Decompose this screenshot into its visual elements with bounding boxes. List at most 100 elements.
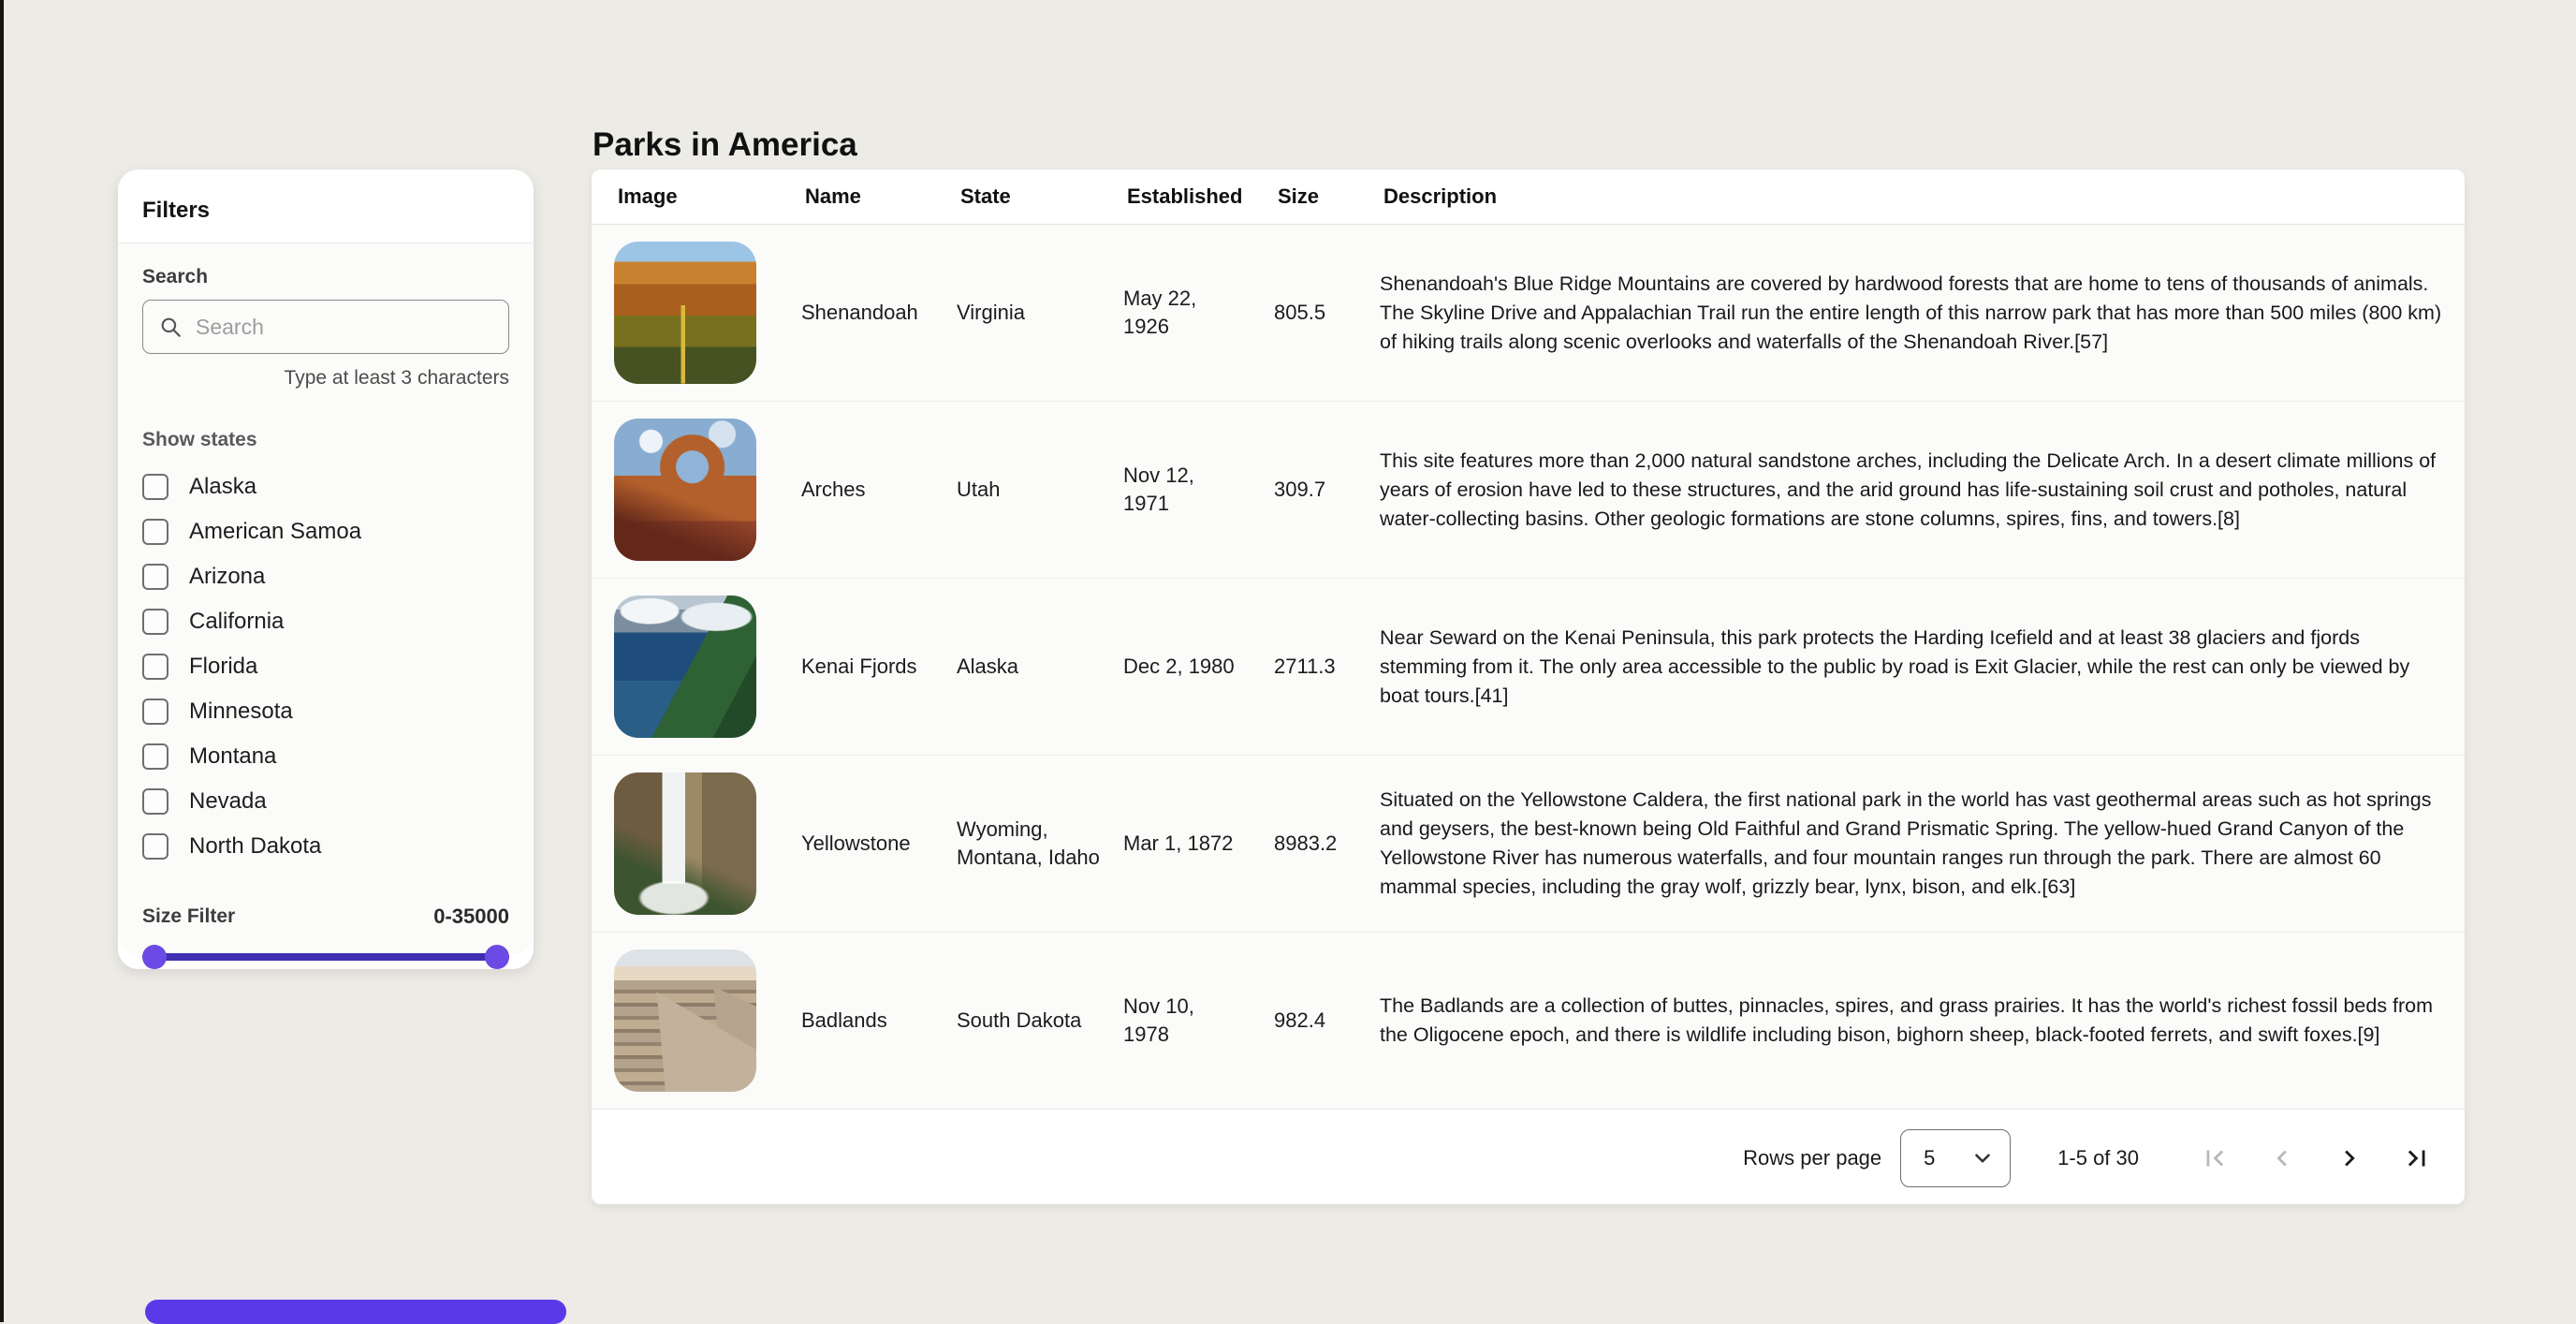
column-header-size[interactable]: Size (1274, 184, 1380, 209)
park-name: Kenai Fjords (801, 653, 957, 681)
state-checkbox[interactable] (142, 609, 168, 635)
park-size: 309.7 (1274, 476, 1380, 504)
park-state: Utah (957, 476, 1123, 504)
state-checkbox-label[interactable]: California (189, 609, 284, 635)
state-checkbox[interactable] (142, 474, 168, 500)
state-checkbox[interactable] (142, 564, 168, 590)
state-checkbox-label[interactable]: Florida (189, 654, 257, 680)
column-header-name[interactable]: Name (801, 184, 957, 209)
table-body: Shenandoah Virginia May 22, 1926 805.5 S… (592, 225, 2465, 1110)
table-header-row: Image Name State Established Size Descri… (592, 169, 2465, 225)
park-established: Mar 1, 1872 (1123, 830, 1274, 858)
park-size: 982.4 (1274, 1007, 1380, 1035)
park-size: 8983.2 (1274, 830, 1380, 858)
table-pagination: Rows per page 5 1-5 of 30 (592, 1110, 2465, 1204)
park-description: Situated on the Yellowstone Caldera, the… (1380, 786, 2442, 902)
delicate-arch-photo (614, 419, 756, 561)
state-filter-item[interactable]: Nevada (142, 779, 509, 824)
park-established: May 22, 1926 (1123, 285, 1274, 341)
badlands-buttes-photo (614, 949, 756, 1092)
park-size: 2711.3 (1274, 653, 1380, 681)
column-header-established[interactable]: Established (1123, 184, 1274, 209)
park-state: Wyoming, Montana, Idaho (957, 816, 1123, 872)
yellowstone-waterfall-photo (614, 772, 756, 915)
size-filter-label: Size Filter (142, 905, 235, 928)
table-row: Shenandoah Virginia May 22, 1926 805.5 S… (592, 225, 2465, 402)
park-name: Yellowstone (801, 830, 957, 858)
state-checkbox[interactable] (142, 788, 168, 815)
state-checkbox-label[interactable]: Alaska (189, 474, 256, 500)
park-name: Badlands (801, 1007, 957, 1035)
park-established: Nov 10, 1978 (1123, 993, 1274, 1049)
state-checkbox-label[interactable]: Minnesota (189, 699, 293, 725)
size-filter-range: 0-35000 (433, 905, 509, 929)
state-checkbox[interactable] (142, 699, 168, 725)
state-checkbox-label[interactable]: Nevada (189, 788, 267, 815)
state-checkbox[interactable] (142, 654, 168, 680)
states-checkbox-list: Alaska American Samoa Arizona California… (142, 464, 509, 869)
state-filter-item[interactable]: Florida (142, 644, 509, 689)
next-page-button[interactable] (2328, 1137, 2371, 1180)
table-row: Badlands South Dakota Nov 10, 1978 982.4… (592, 933, 2465, 1110)
previous-page-button[interactable] (2261, 1137, 2304, 1180)
autumn-forest-road-photo (614, 242, 756, 384)
filters-title: Filters (118, 169, 534, 243)
search-input[interactable] (194, 314, 493, 341)
state-checkbox-label[interactable]: Arizona (189, 564, 265, 590)
state-filter-item[interactable]: Montana (142, 734, 509, 779)
park-name: Arches (801, 476, 957, 504)
state-filter-item[interactable]: Arizona (142, 554, 509, 599)
park-established: Nov 12, 1971 (1123, 462, 1274, 518)
park-size: 805.5 (1274, 299, 1380, 327)
rows-per-page-label: Rows per page (1743, 1146, 1881, 1170)
park-name: Shenandoah (801, 299, 957, 327)
park-state: Alaska (957, 653, 1123, 681)
column-header-image[interactable]: Image (614, 184, 801, 209)
state-filter-item[interactable]: Minnesota (142, 689, 509, 734)
state-checkbox[interactable] (142, 833, 168, 860)
state-checkbox-label[interactable]: North Dakota (189, 833, 321, 860)
state-checkbox[interactable] (142, 743, 168, 770)
page-title: Parks in America (593, 126, 857, 164)
search-helper-text: Type at least 3 characters (142, 367, 509, 390)
slider-handle-max[interactable] (485, 945, 509, 969)
size-filter-slider (142, 944, 509, 970)
table-row: Arches Utah Nov 12, 1971 309.7 This site… (592, 402, 2465, 579)
last-page-icon (2401, 1142, 2433, 1174)
park-description: This site features more than 2,000 natur… (1380, 447, 2442, 534)
park-state: Virginia (957, 299, 1123, 327)
first-page-icon (2199, 1142, 2231, 1174)
first-page-button[interactable] (2193, 1137, 2236, 1180)
park-description: Near Seward on the Kenai Peninsula, this… (1380, 624, 2442, 711)
slider-track[interactable] (142, 953, 509, 961)
horizontal-scrollbar-thumb[interactable] (145, 1300, 566, 1324)
rows-per-page-value: 5 (1924, 1146, 1935, 1170)
slider-handle-min[interactable] (142, 945, 167, 969)
pagination-range-label: 1-5 of 30 (2057, 1146, 2139, 1170)
show-states-label: Show states (142, 429, 509, 451)
glacier-fjord-photo (614, 596, 756, 738)
state-filter-item[interactable]: California (142, 599, 509, 644)
state-checkbox[interactable] (142, 519, 168, 545)
screen-left-border (0, 0, 4, 1322)
state-filter-item[interactable]: North Dakota (142, 824, 509, 869)
search-label: Search (142, 266, 509, 288)
search-input-wrapper[interactable] (142, 300, 509, 354)
state-filter-item[interactable]: Alaska (142, 464, 509, 509)
column-header-description[interactable]: Description (1380, 184, 2442, 209)
column-header-state[interactable]: State (957, 184, 1123, 209)
chevron-left-icon (2266, 1142, 2298, 1174)
table-row: Kenai Fjords Alaska Dec 2, 1980 2711.3 N… (592, 579, 2465, 756)
state-filter-item[interactable]: American Samoa (142, 509, 509, 554)
park-description: Shenandoah's Blue Ridge Mountains are co… (1380, 270, 2442, 357)
filters-panel: Filters Search Type at least 3 character… (118, 169, 534, 969)
chevron-down-icon (1970, 1146, 1995, 1170)
state-checkbox-label[interactable]: Montana (189, 743, 276, 770)
search-icon (158, 315, 183, 339)
last-page-button[interactable] (2395, 1137, 2438, 1180)
chevron-right-icon (2334, 1142, 2365, 1174)
park-state: South Dakota (957, 1007, 1123, 1035)
rows-per-page-select[interactable]: 5 (1900, 1129, 2011, 1187)
state-checkbox-label[interactable]: American Samoa (189, 519, 361, 545)
park-established: Dec 2, 1980 (1123, 653, 1274, 681)
